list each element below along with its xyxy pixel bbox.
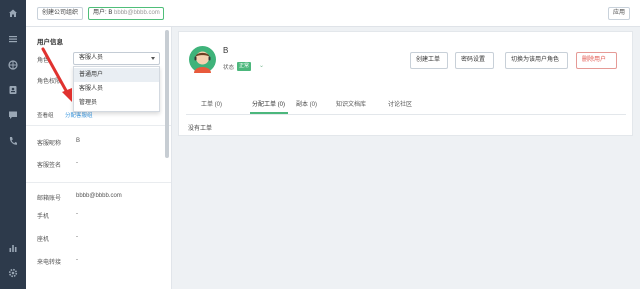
panel-title: 用户信息 bbox=[37, 39, 63, 46]
password-settings-button[interactable]: 密码设置 bbox=[455, 52, 494, 69]
signature-label: 客服签名 bbox=[37, 163, 62, 169]
home-icon[interactable] bbox=[8, 8, 18, 18]
nickname-value: B bbox=[76, 138, 81, 144]
switch-role-button[interactable]: 切换为该用户角色 bbox=[505, 52, 568, 69]
top-bar: 创建公司组织 用户: B bbbb@bbbb.com 应用 bbox=[26, 0, 640, 27]
assign-group-link[interactable]: 分配客服组 bbox=[65, 111, 93, 119]
tab-community[interactable]: 讨论社区 bbox=[388, 99, 412, 108]
nickname-label: 客服昵称 bbox=[37, 141, 62, 147]
role-option[interactable]: 普通用户 bbox=[74, 68, 159, 82]
phone-value: - bbox=[76, 211, 78, 217]
email-value: bbbb@bbbb.com bbox=[76, 193, 122, 199]
globe-icon[interactable] bbox=[8, 60, 18, 70]
role-select-value: 客服人员 bbox=[79, 55, 104, 61]
bar-chart-icon[interactable] bbox=[8, 243, 18, 253]
tab-knowledge-base[interactable]: 知识文档库 bbox=[336, 99, 366, 108]
message-icon[interactable] bbox=[8, 110, 18, 120]
empty-state-text: 没有工单 bbox=[188, 126, 213, 132]
create-ticket-button[interactable]: 创建工单 bbox=[410, 52, 448, 69]
tab-assigned-tickets[interactable]: 分配工单 (0) bbox=[252, 99, 285, 108]
permission-label: 角色权限 bbox=[37, 79, 62, 85]
user-name: B bbox=[223, 46, 229, 55]
user-email-label: bbbb@bbbb.com bbox=[114, 10, 160, 16]
side-rail bbox=[0, 0, 26, 289]
email-label: 邮箱账号 bbox=[37, 196, 62, 202]
avatar bbox=[189, 46, 216, 73]
role-select[interactable]: 客服人员 bbox=[73, 52, 160, 65]
gear-icon[interactable] bbox=[8, 268, 18, 278]
contact-card-icon[interactable] bbox=[8, 85, 18, 95]
call-transfer-value: - bbox=[76, 257, 78, 263]
phone-icon[interactable] bbox=[8, 136, 18, 146]
tab-copies[interactable]: 副本 (0) bbox=[296, 99, 317, 108]
role-option[interactable]: 管理员 bbox=[74, 96, 159, 110]
tab-border bbox=[186, 114, 626, 115]
divider bbox=[26, 125, 171, 126]
chevron-down-icon bbox=[151, 57, 155, 60]
role-option[interactable]: 客服人员 bbox=[74, 82, 159, 96]
tab-tickets[interactable]: 工单 (0) bbox=[201, 99, 222, 108]
user-name-label: 用户: B bbox=[93, 10, 113, 16]
phone-label: 手机 bbox=[37, 214, 50, 220]
status-label: 状态 bbox=[223, 65, 235, 71]
panel-scrollbar[interactable] bbox=[165, 30, 169, 286]
list-icon[interactable] bbox=[8, 34, 18, 44]
create-org-button[interactable]: 创建公司组织 bbox=[37, 7, 84, 20]
apply-button[interactable]: 应用 bbox=[607, 7, 630, 20]
role-dropdown: 普通用户 客服人员 管理员 bbox=[73, 66, 160, 112]
user-profile-card: B 状态 正常 ⌄ 创建工单 密码设置 切换为该用户角色 删除用户 工单 (0)… bbox=[178, 31, 633, 136]
signature-value: - bbox=[76, 160, 78, 166]
call-transfer-label: 来电转接 bbox=[37, 260, 62, 266]
status-badge[interactable]: 正常 bbox=[237, 62, 252, 71]
delete-user-button[interactable]: 删除用户 bbox=[576, 52, 617, 69]
landline-value: - bbox=[76, 234, 78, 240]
divider bbox=[26, 182, 171, 183]
user-selector[interactable]: 用户: B bbbb@bbbb.com bbox=[88, 7, 164, 20]
scrollbar-thumb[interactable] bbox=[165, 30, 169, 158]
role-label: 角色 bbox=[37, 58, 50, 64]
chevron-down-icon[interactable]: ⌄ bbox=[259, 62, 264, 69]
user-info-panel: 用户信息 角色 客服人员 角色权限 查看组 分配客服组 客服昵称 B 客服签名 … bbox=[26, 27, 172, 289]
detail-label: 查看组 bbox=[37, 113, 54, 119]
landline-label: 座机 bbox=[37, 237, 50, 243]
